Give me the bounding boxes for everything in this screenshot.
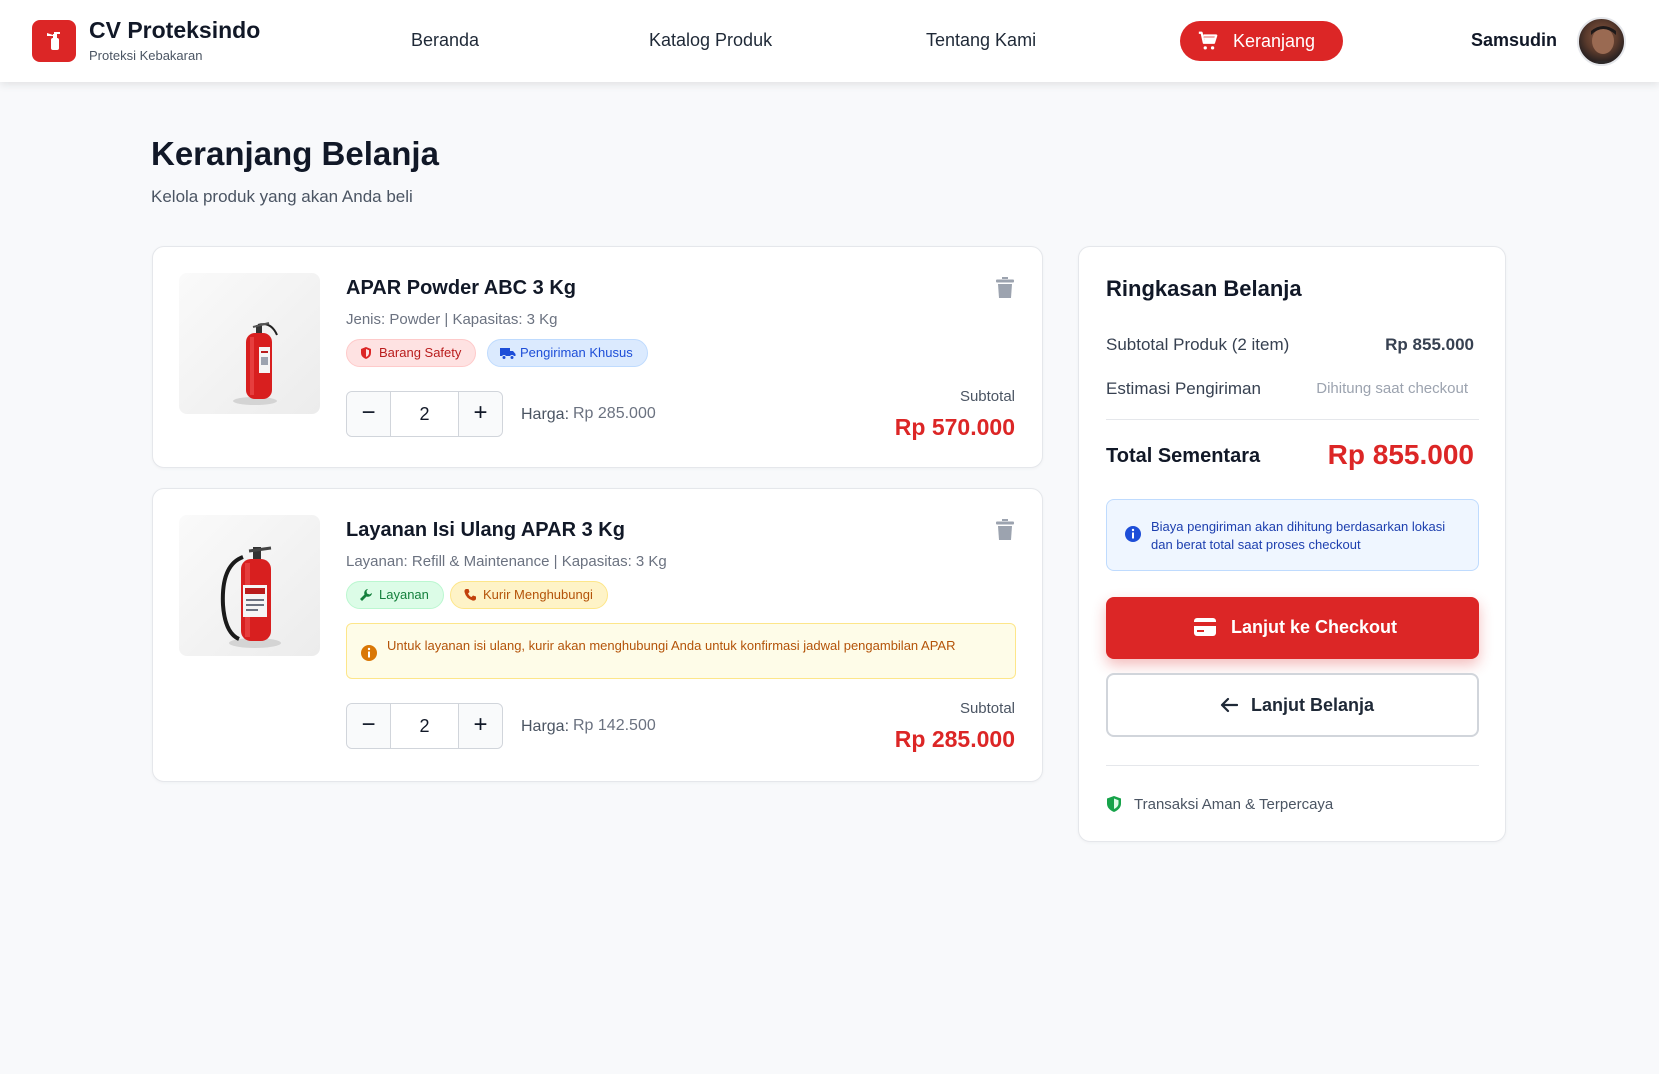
info-circle-icon (361, 645, 377, 661)
page-subtitle: Kelola produk yang akan Anda beli (151, 187, 413, 206)
shipping-estimate-value: Dihitung saat checkout (1316, 380, 1468, 397)
summary-divider (1106, 765, 1479, 766)
unit-price: Rp 142.500 (573, 717, 656, 734)
nav-tentang-kami[interactable]: Tentang Kami (926, 30, 1036, 51)
checkout-label: Lanjut ke Checkout (1231, 617, 1398, 637)
page-title: Keranjang Belanja (151, 135, 439, 172)
cart-icon (1198, 31, 1218, 50)
cart-label: Keranjang (1233, 31, 1316, 51)
continue-shopping-button[interactable]: Lanjut Belanja (1106, 673, 1479, 737)
badge-pengiriman-khusus: Pengiriman Khusus (487, 339, 648, 367)
arrow-left-icon (1220, 697, 1238, 713)
fire-extinguisher-image-icon (233, 322, 278, 405)
item-subtotal: Rp 570.000 (894, 414, 1015, 440)
nav-beranda[interactable]: Beranda (411, 30, 479, 51)
shield-icon (361, 347, 371, 359)
trash-icon[interactable] (996, 277, 1014, 299)
continue-shopping-label: Lanjut Belanja (1251, 695, 1375, 715)
info-circle-icon (1125, 526, 1141, 542)
subtotal-products-value: Rp 855.000 (1385, 335, 1474, 354)
cart-item: APAR Powder ABC 3 Kg Jenis: Powder | Kap… (152, 246, 1043, 468)
summary-title: Ringkasan Belanja (1106, 276, 1302, 301)
badge-kurir-menghubungi: Kurir Menghubungi (450, 581, 608, 609)
top-navbar: CV Proteksindo Proteksi Kebakaran Berand… (0, 0, 1659, 82)
credit-card-icon (1194, 618, 1216, 636)
subtotal-products-label: Subtotal Produk (2 item) (1106, 335, 1290, 354)
trash-icon[interactable] (996, 519, 1014, 541)
total-value: Rp 855.000 (1327, 439, 1474, 470)
item-meta: Jenis: Powder | Kapasitas: 3 Kg (346, 311, 558, 328)
item-name: Layanan Isi Ulang APAR 3 Kg (346, 519, 625, 541)
brand-logo[interactable] (32, 20, 76, 62)
shipping-info-box: Biaya pengiriman akan dihitung berdasark… (1106, 499, 1479, 571)
subtotal-label: Subtotal (959, 388, 1015, 405)
secure-transaction-label: Transaksi Aman & Terpercaya (1134, 796, 1334, 813)
shipping-info-text: Biaya pengiriman akan dihitung berdasark… (1151, 519, 1446, 552)
unit-price: Rp 285.000 (573, 405, 656, 422)
badge-layanan: Layanan (346, 581, 444, 609)
avatar[interactable] (1577, 17, 1626, 66)
quantity-value[interactable]: 2 (391, 392, 458, 436)
avatar-image-icon (1590, 26, 1616, 64)
total-label: Total Sementara (1106, 445, 1261, 467)
brand-name: CV Proteksindo (89, 17, 261, 43)
decrease-quantity-button[interactable]: − (347, 704, 391, 748)
nav-katalog-produk[interactable]: Katalog Produk (649, 30, 772, 51)
nav-keranjang[interactable]: Keranjang (1180, 21, 1343, 61)
increase-quantity-button[interactable]: + (458, 704, 502, 748)
wrench-icon (360, 589, 372, 601)
user-name[interactable]: Samsudin (1471, 30, 1557, 51)
badge-barang-safety: Barang Safety (346, 339, 477, 367)
cart-item: Layanan Isi Ulang APAR 3 Kg Layanan: Ref… (152, 488, 1043, 782)
subtotal-label: Subtotal (959, 700, 1015, 717)
decrease-quantity-button[interactable]: − (347, 392, 391, 436)
brand-tagline: Proteksi Kebakaran (89, 48, 203, 63)
order-summary: Ringkasan Belanja Subtotal Produk (2 ite… (1078, 246, 1506, 842)
product-image[interactable] (179, 515, 320, 656)
truck-icon (500, 348, 516, 360)
quantity-value[interactable]: 2 (391, 704, 458, 748)
fire-extinguisher-image-icon (220, 546, 281, 648)
item-meta: Layanan: Refill & Maintenance | Kapasita… (346, 553, 667, 570)
fire-extinguisher-icon (47, 32, 60, 50)
shipping-estimate-label: Estimasi Pengiriman (1106, 379, 1261, 398)
checkout-button[interactable]: Lanjut ke Checkout (1106, 597, 1479, 659)
phone-icon (464, 589, 476, 601)
item-name: APAR Powder ABC 3 Kg (346, 277, 577, 299)
refill-notice: Untuk layanan isi ulang, kurir akan meng… (346, 623, 1016, 679)
price-label: Harga: (521, 406, 570, 423)
price-label: Harga: (521, 718, 570, 735)
summary-divider (1106, 419, 1479, 420)
increase-quantity-button[interactable]: + (458, 392, 502, 436)
quantity-stepper: − 2 + (346, 703, 503, 749)
shield-check-icon (1107, 796, 1121, 812)
quantity-stepper: − 2 + (346, 391, 503, 437)
refill-notice-text: Untuk layanan isi ulang, kurir akan meng… (387, 638, 956, 653)
item-subtotal: Rp 285.000 (894, 726, 1015, 752)
product-image[interactable] (179, 273, 320, 414)
